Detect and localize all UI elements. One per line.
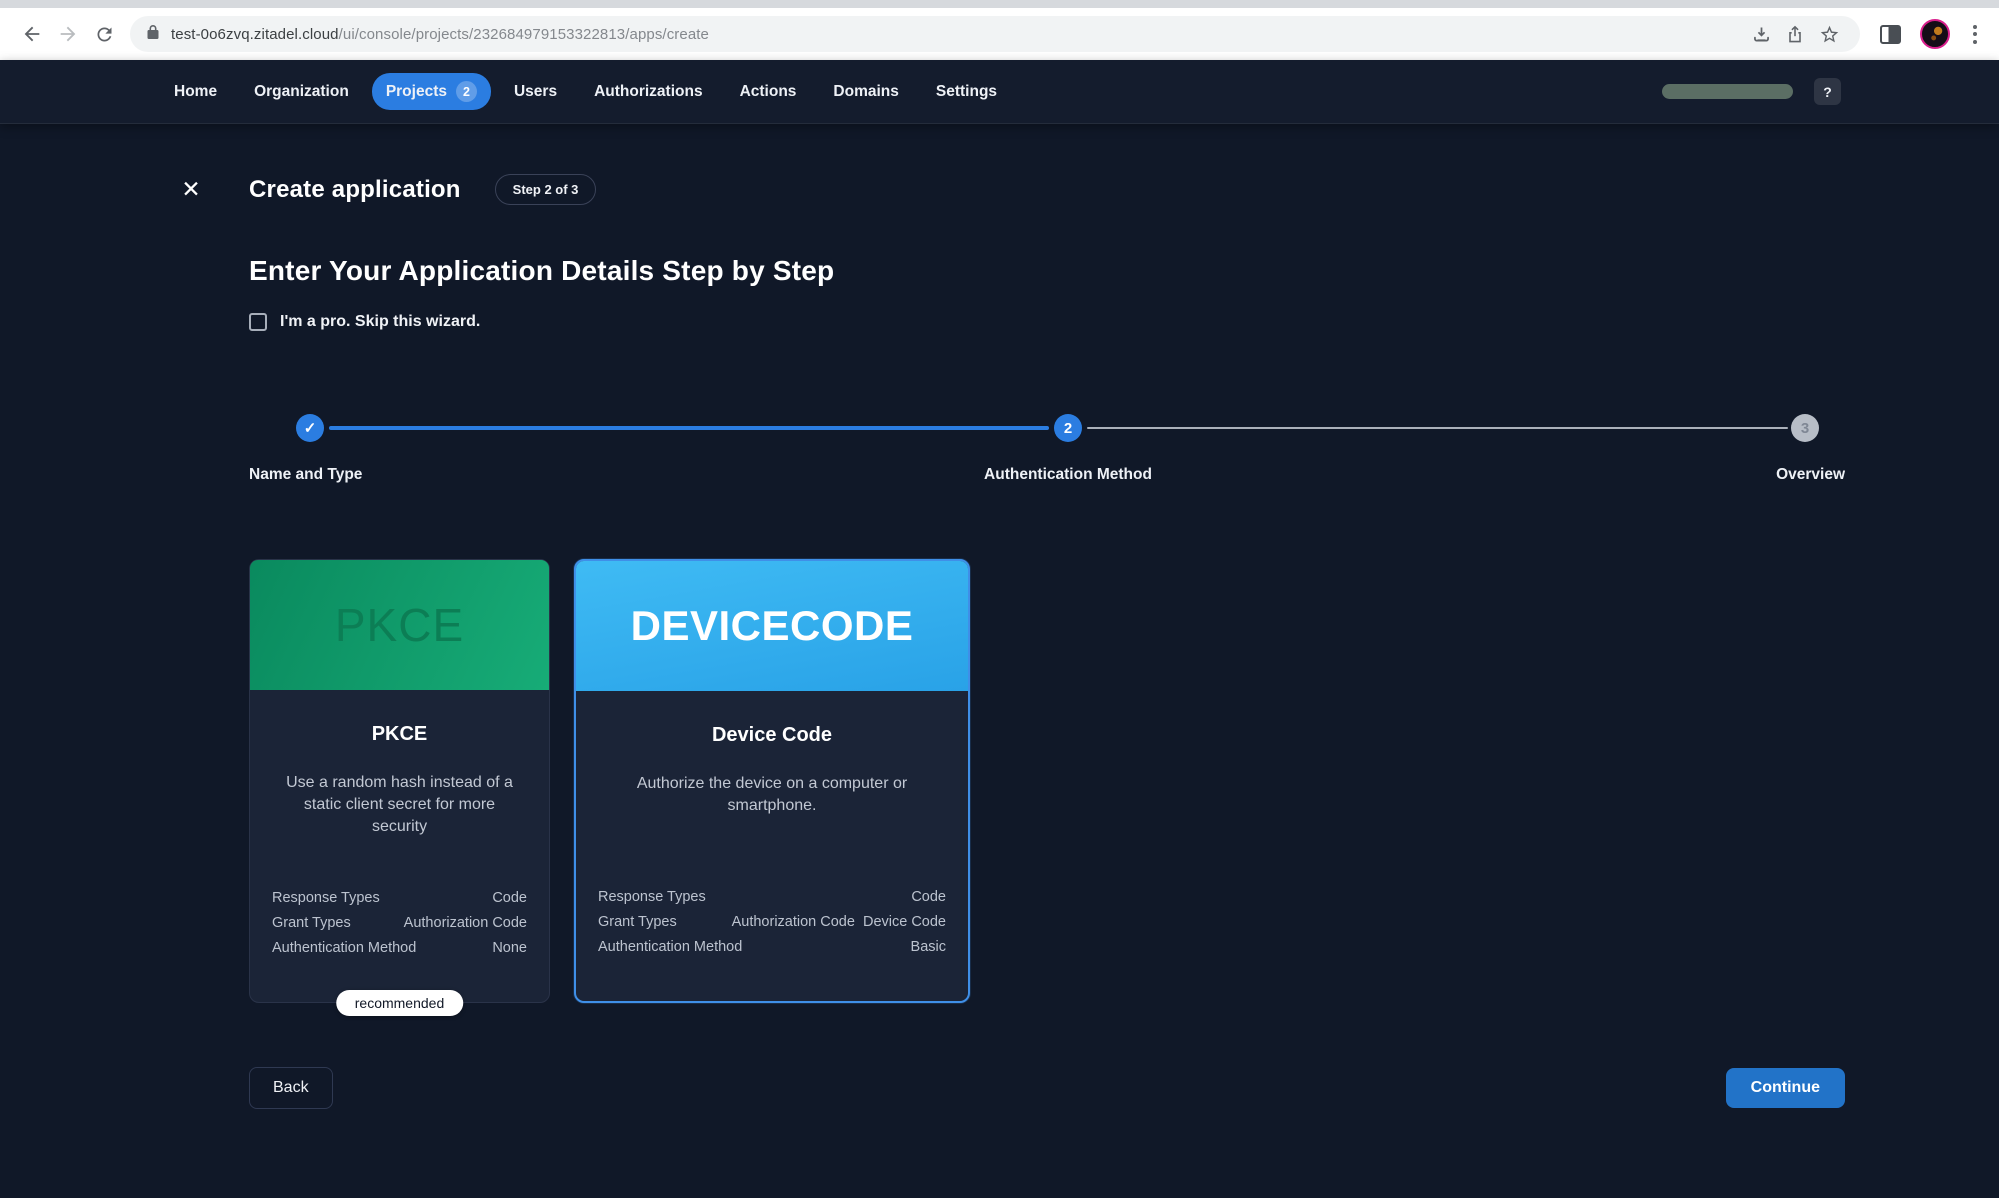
nav-item-organization[interactable]: Organization: [240, 75, 363, 109]
browser-menu-icon[interactable]: [1969, 21, 1981, 48]
auth-method-cards: PKCE PKCE Use a random hash instead of a…: [249, 559, 1845, 1003]
browser-profile-avatar[interactable]: [1920, 19, 1950, 49]
skip-wizard-label: I'm a pro. Skip this wizard.: [280, 313, 480, 331]
step-2-circle[interactable]: 2: [1054, 414, 1082, 442]
close-icon[interactable]: ✕: [178, 178, 204, 201]
browser-forward-icon[interactable]: [50, 17, 86, 51]
nav-item-settings[interactable]: Settings: [922, 75, 1011, 109]
devicecode-title: Device Code: [598, 724, 946, 747]
nav-item-users[interactable]: Users: [500, 75, 571, 109]
projects-count-badge: 2: [456, 81, 477, 102]
pkce-title: PKCE: [272, 723, 527, 746]
pkce-banner: PKCE: [250, 560, 549, 690]
table-row: Grant Types Authorization Code: [272, 915, 527, 931]
nav-items: Home Organization Projects 2 Users Autho…: [160, 73, 1011, 110]
console-top-nav: Home Organization Projects 2 Users Autho…: [0, 60, 1999, 124]
skip-wizard-row[interactable]: I'm a pro. Skip this wizard.: [249, 313, 1845, 331]
table-row: Grant Types Authorization Code Device Co…: [598, 914, 946, 930]
nav-item-domains[interactable]: Domains: [819, 75, 912, 109]
nav-item-actions[interactable]: Actions: [726, 75, 811, 109]
address-bar[interactable]: test-0o6zvq.zitadel.cloud/ui/console/pro…: [130, 16, 1860, 52]
table-row: Authentication Method Basic: [598, 939, 946, 955]
devicecode-description: Authorize the device on a computer or sm…: [598, 773, 946, 817]
pkce-spec-table: Response Types Code Grant Types Authoriz…: [272, 890, 527, 956]
url-text: test-0o6zvq.zitadel.cloud/ui/console/pro…: [171, 26, 709, 43]
step-1-label: Name and Type: [249, 466, 362, 484]
nav-item-home[interactable]: Home: [160, 75, 231, 109]
wizard-heading: Enter Your Application Details Step by S…: [249, 255, 1845, 287]
wizard-header: ✕ Create application Step 2 of 3: [178, 174, 1845, 205]
table-row: Response Types Code: [598, 889, 946, 905]
recommended-badge: recommended: [336, 990, 464, 1016]
wizard-stepper: ✓ 2 3 Name and Type Authentication Metho…: [249, 414, 1845, 494]
step-1-circle-check-icon[interactable]: ✓: [296, 414, 324, 442]
step-3-circle[interactable]: 3: [1791, 414, 1819, 442]
bookmark-star-icon[interactable]: [1812, 19, 1846, 49]
step-3-label: Overview: [1776, 466, 1845, 484]
create-application-wizard: ✕ Create application Step 2 of 3 Enter Y…: [0, 124, 1999, 1109]
org-context-skeleton[interactable]: [1662, 84, 1793, 99]
table-row: Authentication Method None: [272, 940, 527, 956]
wizard-actions: Back Continue: [249, 1067, 1845, 1109]
download-icon[interactable]: [1744, 19, 1778, 49]
share-icon[interactable]: [1778, 19, 1812, 49]
browser-tab-strip: [0, 0, 1999, 8]
step-2-label: Authentication Method: [984, 466, 1152, 484]
auth-method-card-pkce[interactable]: PKCE PKCE Use a random hash instead of a…: [249, 559, 550, 1003]
pkce-description: Use a random hash instead of a static cl…: [272, 772, 527, 838]
side-panel-icon[interactable]: [1880, 25, 1901, 44]
devicecode-spec-table: Response Types Code Grant Types Authoriz…: [598, 889, 946, 955]
back-button[interactable]: Back: [249, 1067, 333, 1109]
page-title: Create application: [249, 176, 461, 204]
lock-icon[interactable]: [146, 24, 160, 45]
browser-back-icon[interactable]: [14, 17, 50, 51]
table-row: Response Types Code: [272, 890, 527, 906]
devicecode-banner: DEVICECODE: [576, 561, 968, 691]
browser-toolbar-right: [1880, 19, 1981, 49]
stepper-line-completed: [329, 426, 1049, 430]
nav-item-projects[interactable]: Projects 2: [372, 73, 491, 110]
continue-button[interactable]: Continue: [1726, 1068, 1845, 1108]
nav-item-authorizations[interactable]: Authorizations: [580, 75, 717, 109]
skip-wizard-checkbox[interactable]: [249, 313, 267, 331]
stepper-line-upcoming: [1087, 427, 1788, 429]
step-indicator-chip: Step 2 of 3: [495, 174, 597, 205]
auth-method-card-devicecode[interactable]: DEVICECODE Device Code Authorize the dev…: [574, 559, 970, 1003]
browser-reload-icon[interactable]: [86, 17, 122, 51]
help-button[interactable]: ?: [1814, 78, 1841, 105]
browser-toolbar: test-0o6zvq.zitadel.cloud/ui/console/pro…: [0, 8, 1999, 60]
